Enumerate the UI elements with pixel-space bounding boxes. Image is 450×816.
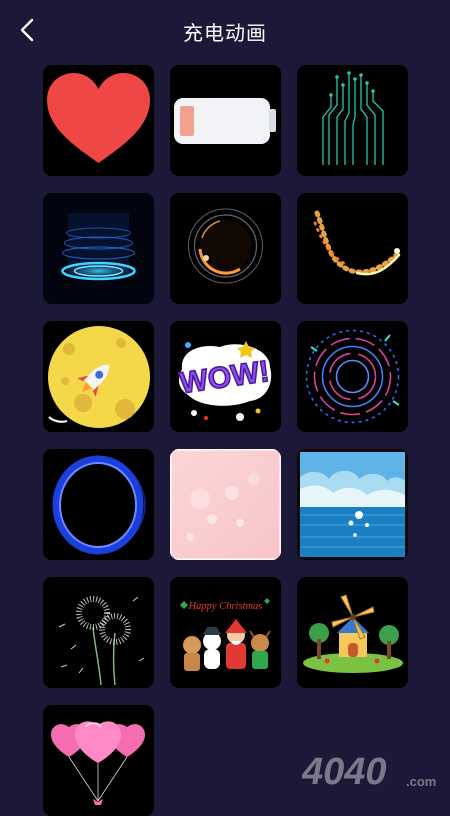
- animation-tile-wow[interactable]: WOW!: [170, 321, 281, 432]
- dandelion-icon: [43, 577, 154, 688]
- animation-tile-pink-bokeh[interactable]: [170, 449, 281, 560]
- animation-tile-spark-trail[interactable]: [297, 193, 408, 304]
- page-title: 充电动画: [183, 23, 267, 45]
- heart-icon: [43, 65, 154, 176]
- balloon-icon: [43, 705, 154, 816]
- animation-tile-blue-ring[interactable]: [43, 449, 154, 560]
- animation-tile-hologram-portal[interactable]: [43, 193, 154, 304]
- animation-tile-dandelion[interactable]: [43, 577, 154, 688]
- watermark-suffix: .com: [406, 774, 436, 789]
- circuit-icon: [297, 65, 408, 176]
- eclipse-icon: [170, 193, 281, 304]
- hologram-icon: [43, 193, 154, 304]
- site-watermark: 4040 .com: [301, 748, 442, 793]
- animation-tile-neon-rings[interactable]: [297, 321, 408, 432]
- ring-icon: [43, 449, 154, 560]
- top-bar: 充电动画: [0, 0, 450, 62]
- wow-sticker-icon: WOW!: [170, 321, 281, 432]
- rocket-icon: [43, 321, 154, 432]
- rings-icon: [297, 321, 408, 432]
- animation-tile-moon-rocket[interactable]: [43, 321, 154, 432]
- windmill-icon: [297, 577, 408, 688]
- animation-tile-happy-christmas[interactable]: Happy Christmas: [170, 577, 281, 688]
- animation-tile-heart-balloons[interactable]: [43, 705, 154, 816]
- christmas-label: Happy Christmas: [188, 601, 263, 612]
- animation-grid: WOW! Happy Christmas: [43, 65, 409, 816]
- animation-tile-heart[interactable]: [43, 65, 154, 176]
- battery-icon: [170, 65, 281, 176]
- christmas-icon: Happy Christmas: [170, 577, 281, 688]
- animation-tile-eclipse-ring[interactable]: [170, 193, 281, 304]
- animation-tile-battery[interactable]: [170, 65, 281, 176]
- watermark-text: 4040: [302, 751, 387, 792]
- bokeh-icon: [170, 449, 281, 560]
- animation-tile-windmill[interactable]: [297, 577, 408, 688]
- animation-tile-circuit[interactable]: [297, 65, 408, 176]
- animation-tile-sea-clouds[interactable]: [297, 449, 408, 560]
- sparkle-icon: [297, 193, 408, 304]
- sea-icon: [297, 449, 408, 560]
